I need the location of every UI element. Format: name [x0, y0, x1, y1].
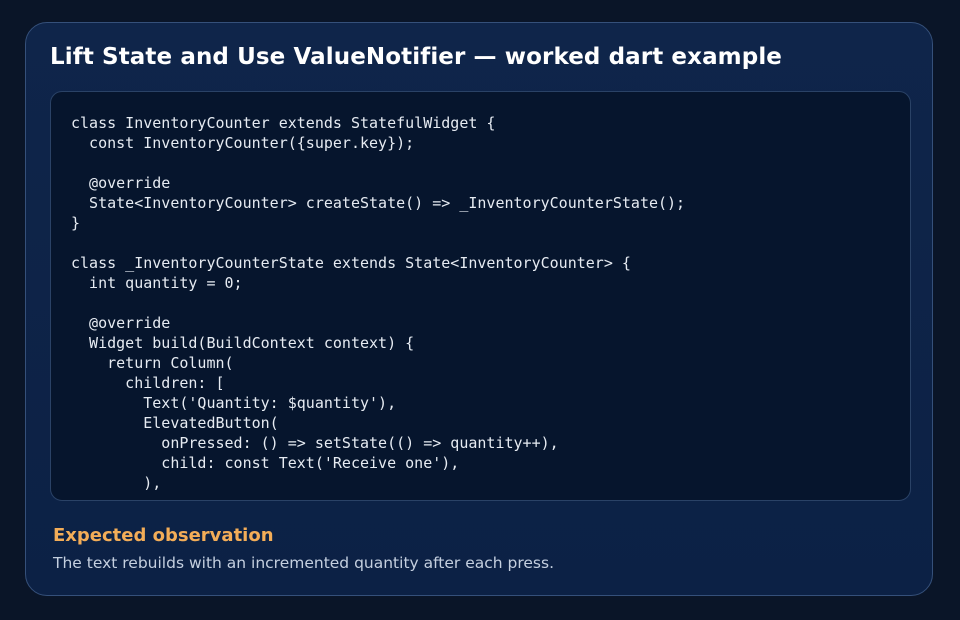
- observation-text: The text rebuilds with an incremented qu…: [53, 554, 555, 572]
- code-panel[interactable]: class InventoryCounter extends StatefulW…: [50, 91, 911, 501]
- code-block[interactable]: class InventoryCounter extends StatefulW…: [71, 113, 685, 493]
- card-title: Lift State and Use ValueNotifier — worke…: [50, 44, 782, 70]
- observation-heading: Expected observation: [53, 525, 274, 546]
- example-card: Lift State and Use ValueNotifier — worke…: [25, 22, 933, 596]
